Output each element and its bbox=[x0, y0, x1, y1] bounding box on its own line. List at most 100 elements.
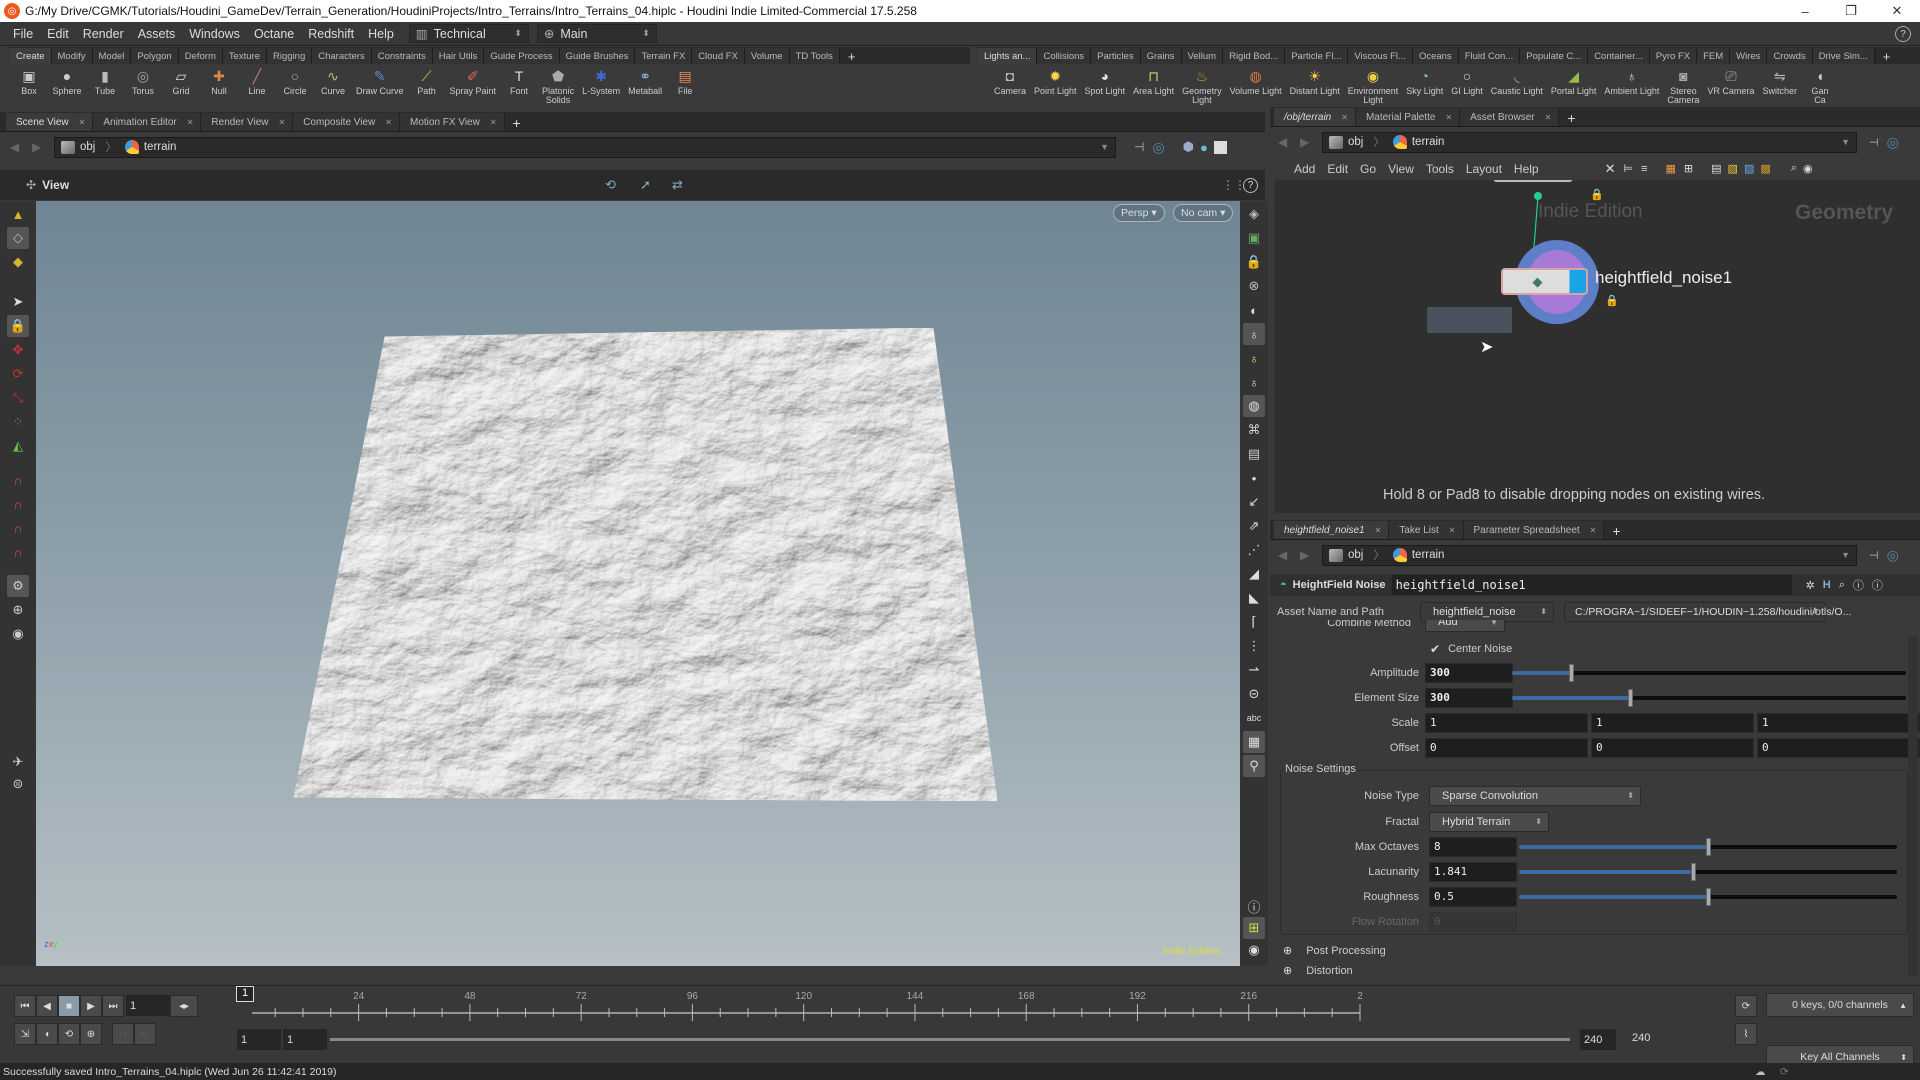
element-size-field[interactable]: 300 bbox=[1425, 687, 1513, 708]
fractal-select[interactable]: Hybrid Terrain ⬍ bbox=[1429, 811, 1549, 832]
scene-path-field[interactable]: obj 〉 terrain ▼ bbox=[54, 136, 1116, 158]
menu-file[interactable]: File bbox=[6, 27, 40, 41]
lock-icon[interactable]: 🔒 bbox=[7, 315, 29, 337]
shelf-tool-portal-light[interactable]: ◢ Portal Light bbox=[1547, 64, 1601, 96]
back-arrow-icon[interactable]: ◀ bbox=[1278, 548, 1300, 562]
path-terrain[interactable]: terrain bbox=[1412, 549, 1445, 561]
shelf-tab-texture[interactable]: Texture bbox=[222, 48, 268, 64]
shelf-tab-polygon[interactable]: Polygon bbox=[131, 48, 179, 64]
heightfield-noise-node[interactable]: ◆ bbox=[1501, 268, 1588, 295]
shelf-tool-volume-light[interactable]: ◍ Volume Light bbox=[1226, 64, 1286, 96]
scale-x-field[interactable]: 1 bbox=[1425, 712, 1588, 733]
hda-icon[interactable]: H bbox=[1823, 579, 1831, 591]
element-size-slider[interactable] bbox=[1512, 689, 1906, 707]
range-start-field[interactable]: 1 bbox=[237, 1029, 281, 1050]
add-tab-button[interactable]: + bbox=[505, 115, 529, 131]
tab-composite-view[interactable]: Composite View ✕ bbox=[293, 113, 400, 131]
visibility-icon[interactable]: ◈ bbox=[1243, 203, 1265, 225]
shelf-tab-td-tools[interactable]: TD Tools bbox=[789, 48, 840, 64]
forward-arrow-icon[interactable]: ▶ bbox=[32, 140, 54, 154]
desktop-select[interactable]: ▥ Technical ⬍ bbox=[408, 24, 529, 43]
next-key-icon[interactable]: ▸| bbox=[134, 1023, 156, 1045]
point-normals-icon[interactable]: ⇗ bbox=[1243, 515, 1265, 537]
gear-icon[interactable]: ✲ bbox=[1806, 579, 1815, 592]
pan-tool-icon[interactable]: ➚ bbox=[640, 177, 651, 193]
shelf-tool-grid[interactable]: ▱ Grid bbox=[162, 64, 200, 96]
post-processing-folder[interactable]: ⊕ Post Processing bbox=[1283, 940, 1386, 961]
net-menu-tools[interactable]: Tools bbox=[1420, 162, 1460, 176]
tree-icon[interactable]: ⊨ bbox=[1624, 162, 1634, 175]
close-tab-icon[interactable]: ✕ bbox=[79, 118, 86, 127]
shelf-tab-grains[interactable]: Grains bbox=[1140, 48, 1182, 64]
shelf-tool-spot-light[interactable]: ◕ Spot Light bbox=[1081, 64, 1130, 96]
net-menu-edit[interactable]: Edit bbox=[1321, 162, 1354, 176]
close-tab-icon[interactable]: ✕ bbox=[1375, 526, 1382, 535]
dot-icon[interactable]: ▩ bbox=[1760, 162, 1770, 175]
tab-asset-browser[interactable]: Asset Browser ✕ bbox=[1460, 108, 1560, 126]
shelf-tab-wires[interactable]: Wires bbox=[1730, 48, 1768, 64]
shelf-tab-constraints[interactable]: Constraints bbox=[371, 48, 433, 64]
center-noise-checkbox[interactable]: ✔ bbox=[1430, 642, 1440, 656]
edge-icon[interactable]: ◣ bbox=[1243, 587, 1265, 609]
back-arrow-icon[interactable]: ◀ bbox=[10, 140, 32, 154]
path-obj[interactable]: obj bbox=[1348, 549, 1363, 561]
shelf-tool-curve[interactable]: ∿ Curve bbox=[314, 64, 352, 96]
stop-button[interactable]: ■ bbox=[58, 995, 80, 1017]
shelf-tab-collisions[interactable]: Collisions bbox=[1037, 48, 1092, 64]
bbox-icon[interactable]: ⌈ bbox=[1243, 611, 1265, 633]
camera-view-icon[interactable]: ⊕ bbox=[7, 599, 29, 621]
minimize-button[interactable]: – bbox=[1782, 0, 1828, 22]
list-icon[interactable]: ≡ bbox=[1641, 163, 1647, 175]
shelf-tab-container[interactable]: Container... bbox=[1588, 48, 1650, 64]
bg-icon[interactable]: ⌘ bbox=[1243, 419, 1265, 441]
combine-method-select[interactable]: Add ▼ bbox=[1425, 620, 1505, 632]
frame-marker[interactable]: 1 bbox=[236, 986, 254, 1002]
maximize-button[interactable]: ❐ bbox=[1828, 0, 1874, 22]
tab-parameter-spreadsheet[interactable]: Parameter Spreadsheet ✕ bbox=[1463, 521, 1605, 539]
add-tab-button[interactable]: + bbox=[1559, 110, 1583, 126]
lacunarity-field[interactable]: 1.841 bbox=[1429, 861, 1517, 882]
menu-windows[interactable]: Windows bbox=[182, 27, 247, 41]
max-octaves-field[interactable]: 8 bbox=[1429, 836, 1517, 857]
shelf-tab-crowds[interactable]: Crowds bbox=[1767, 48, 1813, 64]
render-icon[interactable]: ⬢ bbox=[1183, 139, 1194, 155]
handle-tool-icon[interactable]: ⁘ bbox=[7, 411, 29, 433]
param-path-field[interactable]: obj 〉 terrain ▼ bbox=[1322, 544, 1857, 566]
net-menu-go[interactable]: Go bbox=[1354, 162, 1382, 176]
shelf-tool-camera[interactable]: ◘ Camera bbox=[990, 64, 1030, 96]
audio-icon[interactable]: ◖ bbox=[36, 1023, 58, 1045]
select-points-icon[interactable]: ▲ bbox=[7, 203, 29, 225]
shelf-tab-volume[interactable]: Volume bbox=[744, 48, 790, 64]
close-button[interactable]: ✕ bbox=[1874, 0, 1920, 22]
expand-icon[interactable]: ⊕ bbox=[1283, 964, 1292, 977]
shelf-tab-fem[interactable]: FEM bbox=[1697, 48, 1731, 64]
shelf-tool-sphere[interactable]: ● Sphere bbox=[48, 64, 86, 96]
close-tab-icon[interactable]: ✕ bbox=[490, 118, 497, 127]
range-end-field[interactable]: 240 bbox=[1580, 1029, 1616, 1050]
menu-redshift[interactable]: Redshift bbox=[301, 27, 361, 41]
grid-view-icon[interactable]: ⊞ bbox=[1684, 162, 1693, 175]
pin-icon[interactable]: ⊣ bbox=[1869, 136, 1879, 149]
select-edges-icon[interactable]: ◇ bbox=[7, 227, 29, 249]
shelf-tab-rigid-bod[interactable]: Rigid Bod... bbox=[1223, 48, 1286, 64]
range-start2-field[interactable]: 1 bbox=[283, 1029, 327, 1050]
shelf-tab-characters[interactable]: Characters bbox=[312, 48, 372, 64]
tab-heightfield-noise1[interactable]: heightfield_noise1 ✕ bbox=[1274, 521, 1390, 539]
snap-multi-icon[interactable]: ∩ bbox=[7, 541, 29, 563]
net-menu-layout[interactable]: Layout bbox=[1460, 162, 1508, 176]
shelf-tool-vr-camera[interactable]: ⎚ VR Camera bbox=[1703, 64, 1758, 96]
color-palette-icon[interactable]: ▦ bbox=[1666, 162, 1676, 175]
menu-render[interactable]: Render bbox=[76, 27, 131, 41]
close-tab-icon[interactable]: ✕ bbox=[1449, 526, 1456, 535]
shelf-tool-spray-paint[interactable]: ✐ Spray Paint bbox=[446, 64, 501, 96]
link-icon[interactable]: ◎ bbox=[1152, 139, 1164, 156]
max-octaves-slider[interactable] bbox=[1519, 838, 1897, 856]
offset-x-field[interactable]: 0 bbox=[1425, 737, 1588, 758]
shelf-tab-viscous-fl[interactable]: Viscous Fl... bbox=[1348, 48, 1413, 64]
shelf-tab-pyro-fx[interactable]: Pyro FX bbox=[1649, 48, 1698, 64]
marker-icon[interactable]: ⚲ bbox=[1243, 755, 1265, 777]
lock-camera-icon[interactable]: 🔒 bbox=[1243, 251, 1265, 273]
menu-assets[interactable]: Assets bbox=[131, 27, 183, 41]
shelf-tab-particle-fl[interactable]: Particle Fl... bbox=[1285, 48, 1349, 64]
key-channels-icon[interactable]: ⌇ bbox=[1735, 1023, 1757, 1045]
